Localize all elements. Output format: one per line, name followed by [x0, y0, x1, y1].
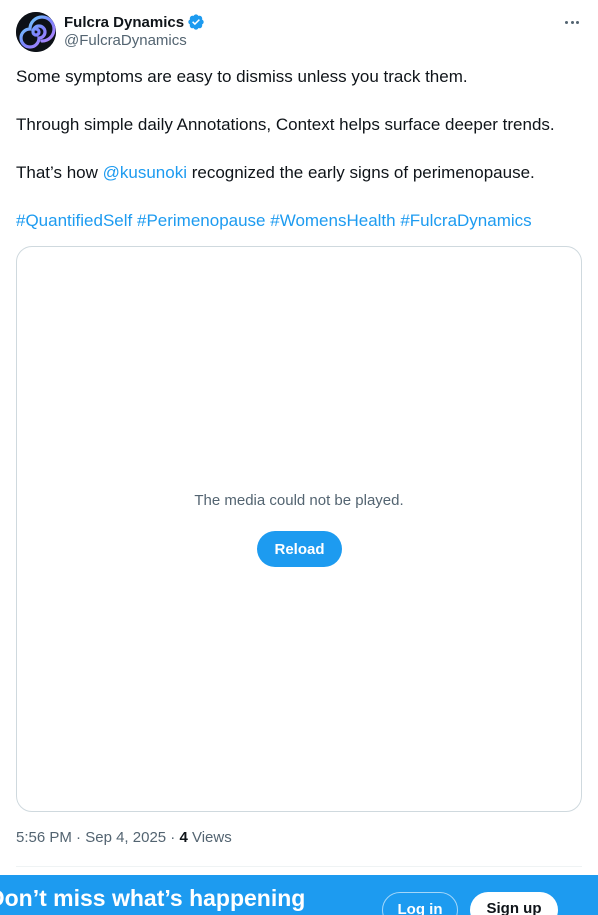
spiral-logo-icon	[16, 12, 56, 52]
post-header: Fulcra Dynamics @FulcraDynamics	[16, 12, 582, 52]
divider	[16, 866, 582, 867]
views-label: Views	[191, 829, 232, 846]
post-meta: 5:56 PM · Sep 4, 2025 · 4 Views	[16, 829, 232, 846]
media-player[interactable]: The media could not be played. Reload	[16, 246, 582, 812]
mention-link[interactable]: @kusunoki	[103, 163, 187, 182]
media-error-message: The media could not be played.	[194, 492, 404, 509]
hashtag-link[interactable]: #Perimenopause	[137, 211, 266, 230]
post-time[interactable]: 5:56 PM	[16, 829, 72, 846]
more-options-icon[interactable]	[562, 12, 582, 32]
post-line-3-before: That’s how	[16, 163, 103, 182]
author-handle[interactable]: @FulcraDynamics	[64, 32, 187, 49]
post-line-3-after: recognized the early signs of perimenopa…	[186, 163, 535, 182]
hashtag-link[interactable]: #FulcraDynamics	[400, 211, 531, 230]
banner-title: Don’t miss what’s happening	[0, 885, 306, 911]
post-line-3: That’s how @kusunoki recognized the earl…	[16, 162, 582, 184]
login-button[interactable]: Log in	[382, 892, 458, 915]
avatar[interactable]	[16, 12, 56, 52]
post-date[interactable]: Sep 4, 2025	[85, 829, 166, 846]
signup-banner: Don’t miss what’s happening Log in Sign …	[0, 875, 598, 915]
post-line-1: Some symptoms are easy to dismiss unless…	[16, 67, 468, 86]
hashtag-row: #QuantifiedSelf #Perimenopause #WomensHe…	[16, 210, 582, 232]
meta-separator: ·	[76, 829, 82, 846]
post-line-2: Through simple daily Annotations, Contex…	[16, 115, 555, 134]
meta-separator: ·	[170, 829, 176, 846]
reload-button[interactable]: Reload	[257, 531, 342, 567]
display-name[interactable]: Fulcra Dynamics	[64, 14, 184, 31]
verified-badge-icon	[188, 14, 204, 30]
hashtag-link[interactable]: #WomensHealth	[270, 211, 395, 230]
views-count: 4	[179, 829, 188, 846]
signup-button[interactable]: Sign up	[470, 892, 558, 915]
hashtag-link[interactable]: #QuantifiedSelf	[16, 211, 132, 230]
name-row: Fulcra Dynamics	[64, 12, 205, 32]
